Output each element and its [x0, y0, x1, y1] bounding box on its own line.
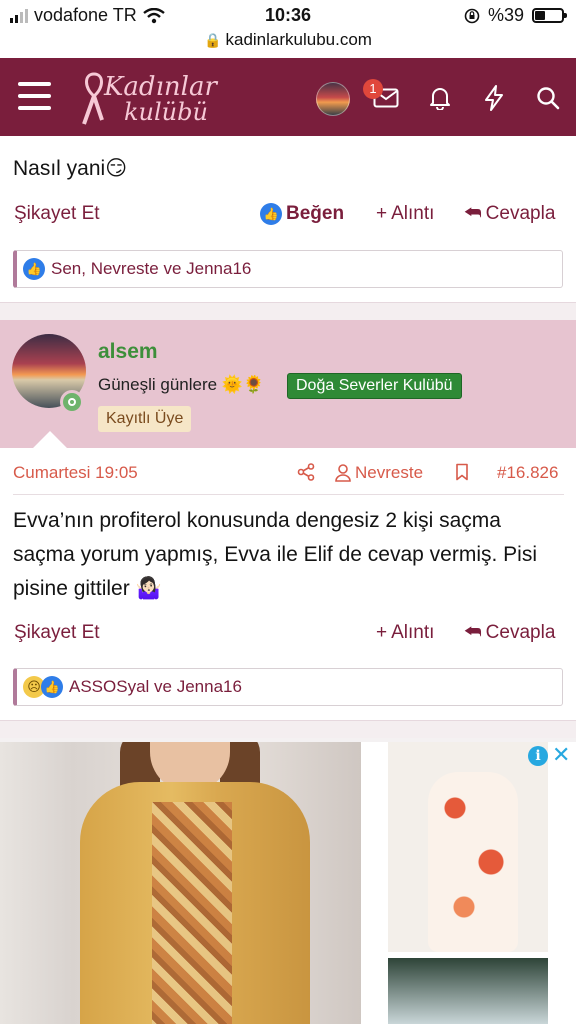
post-actions: Şikayet Et 👍 Beğen + Alıntı ⮪ Cevapla [14, 203, 562, 233]
post-card: Nasıl yani😏 Şikayet Et 👍 Beğen + Alıntı ⮪ C… [0, 136, 576, 302]
report-label: Şikayet Et [14, 622, 100, 643]
post-message: Evva’nın profiterol konusunda dengesiz 2… [13, 509, 537, 600]
reactions-text: Sen, Nevreste ve Jenna16 [51, 259, 252, 278]
post-number[interactable]: #16.826 [497, 463, 558, 483]
share-icon[interactable] [297, 463, 315, 481]
reply-button[interactable]: ⮪ Cevapla [464, 622, 555, 644]
like-reaction-icon: 👍 [41, 676, 63, 698]
post-card: Cumartesi 19:05 Nevreste #16.826 Evva’nı… [0, 448, 576, 720]
post-divider [0, 720, 576, 738]
reply-label: Cevapla [485, 622, 556, 643]
meta-divider [13, 494, 564, 495]
ad-side-image-1[interactable] [388, 742, 548, 952]
username[interactable]: alsem [98, 340, 158, 364]
thumbs-up-icon: 👍 [260, 203, 282, 225]
reactions-bar[interactable]: ☹ 👍 ASSOSyal ve Jenna16 [13, 668, 563, 706]
reply-icon: ⮪ [464, 203, 482, 224]
mention-name: Nevreste [355, 463, 424, 482]
url-text: kadinlarkulubu.com [225, 30, 372, 49]
site-logo[interactable]: Kadınlar kulübü [80, 66, 230, 128]
ad-side-image-2[interactable] [388, 958, 548, 1024]
post-divider [0, 302, 576, 320]
bookmark-icon[interactable] [455, 463, 469, 481]
quote-button[interactable]: + Alıntı [376, 622, 434, 644]
user-icon [335, 464, 351, 482]
battery-group: %39 [464, 5, 567, 26]
ad-main-image[interactable] [0, 742, 361, 1024]
search-icon[interactable] [532, 82, 564, 114]
online-status-icon [60, 390, 84, 414]
orientation-lock-icon [464, 8, 480, 23]
post-message: Nasıl yani😏 [13, 157, 128, 180]
user-avatar[interactable] [316, 82, 350, 116]
inbox-badge: 1 [363, 79, 383, 99]
battery-percent: %39 [487, 5, 524, 25]
reactions-text: ASSOSyal ve Jenna16 [69, 677, 242, 696]
mention-link[interactable]: Nevreste [335, 463, 423, 483]
post-actions: Şikayet Et + Alıntı ⮪ Cevapla [14, 622, 562, 652]
lock-icon: 🔒 [204, 32, 222, 48]
status-bar: vodafone TR 10:36 %39 [0, 0, 576, 30]
user-role-badge: Kayıtlı Üye [98, 406, 192, 432]
report-button[interactable]: Şikayet Et [14, 203, 100, 225]
reactions-bar[interactable]: 👍 Sen, Nevreste ve Jenna16 [13, 250, 563, 288]
user-header: alsem Güneşli günlere 🌞🌻 Doğa Severler K… [0, 320, 576, 448]
quote-label: Alıntı [391, 622, 435, 643]
like-label: Beğen [286, 203, 345, 224]
report-label: Şikayet Et [14, 203, 100, 224]
like-reaction-icon: 👍 [23, 258, 45, 280]
logo-line2: kulübü [124, 98, 208, 126]
like-button[interactable]: 👍 Beğen [260, 203, 344, 225]
reply-button[interactable]: ⮪ Cevapla [464, 203, 555, 225]
quote-label: Alıntı [391, 203, 435, 224]
ad-info-icon[interactable]: i [528, 746, 548, 766]
menu-icon[interactable] [18, 82, 51, 110]
address-bar[interactable]: 🔒 kadinlarkulubu.com [0, 30, 576, 58]
lightning-icon[interactable] [478, 82, 510, 114]
quote-button[interactable]: + Alıntı [376, 203, 434, 225]
post-date[interactable]: Cumartesi 19:05 [13, 463, 138, 483]
plus-icon: + [376, 203, 388, 224]
plus-icon: + [376, 622, 388, 643]
ad-close-icon[interactable]: ✕ [552, 744, 570, 766]
advertisement[interactable]: i ✕ [0, 742, 576, 1024]
post-meta: Cumartesi 19:05 Nevreste #16.826 [13, 463, 564, 489]
club-badge[interactable]: Doğa Severler Kulübü [287, 373, 462, 399]
bell-icon[interactable] [424, 82, 456, 114]
reply-icon: ⮪ [464, 622, 482, 643]
battery-icon [532, 8, 567, 23]
reply-label: Cevapla [485, 203, 556, 224]
user-custom-title: Güneşli günlere 🌞🌻 [98, 375, 265, 394]
report-button[interactable]: Şikayet Et [14, 622, 100, 644]
